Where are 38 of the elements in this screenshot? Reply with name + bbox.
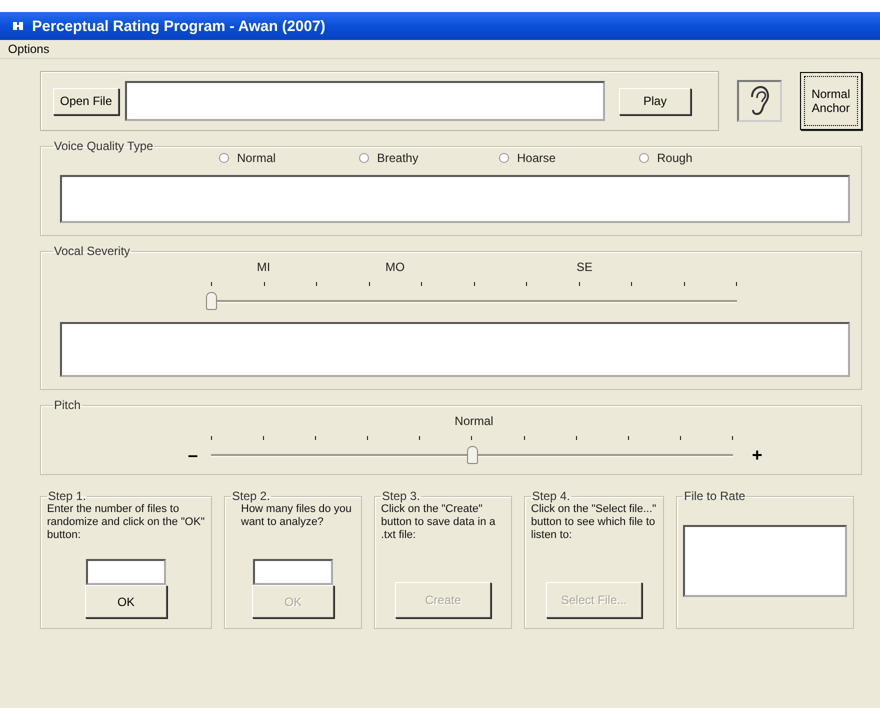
- group-title: Vocal Severity: [53, 244, 132, 258]
- plus-sign: +: [750, 444, 764, 466]
- group-title: File to Rate: [683, 489, 746, 503]
- app-icon: [12, 20, 24, 32]
- radio-option[interactable]: Rough: [639, 151, 779, 165]
- play-button[interactable]: Play: [619, 88, 692, 114]
- radio-option[interactable]: Normal: [219, 151, 359, 165]
- instruction-text: Click on the "Select file..." button to see which file to listen to:: [531, 503, 657, 543]
- text-area[interactable]: [60, 175, 850, 223]
- scale-label: SE: [576, 260, 592, 274]
- group-title: Voice Quality Type: [53, 139, 154, 153]
- text-area[interactable]: [683, 525, 847, 597]
- normal-anchor-button[interactable]: Normal Anchor: [800, 72, 862, 130]
- ear-icon: [748, 85, 770, 117]
- minus-sign: –: [186, 444, 199, 466]
- group-title: Step 1.: [47, 489, 88, 503]
- slider-thumb[interactable]: [206, 292, 217, 310]
- radio-option[interactable]: Hoarse: [499, 151, 639, 165]
- group-title: Step 2.: [231, 489, 272, 503]
- radio-option[interactable]: Breathy: [359, 151, 499, 165]
- slider-thumb[interactable]: [467, 446, 478, 464]
- instruction-text: Enter the number of files to randomize and click on the "OK" button:: [47, 503, 205, 543]
- number-field[interactable]: [86, 559, 166, 586]
- text-area[interactable]: [60, 322, 850, 377]
- instruction-text: Click on the "Create" button to save data in a .txt file:: [381, 503, 496, 543]
- scale-label: Normal: [454, 414, 494, 428]
- open-file-button[interactable]: Open File: [53, 88, 120, 114]
- menu-item[interactable]: Options: [8, 42, 50, 56]
- window-title: Perceptual Rating Program - Awan (2007): [32, 18, 326, 34]
- scale-label: MO: [385, 260, 405, 274]
- instruction-text: How many files do you want to analyze?: [240, 503, 353, 530]
- step-button[interactable]: OK: [85, 585, 167, 618]
- group-title: Step 3.: [381, 489, 422, 503]
- group-title: Step 4.: [531, 489, 572, 503]
- ear-button[interactable]: [736, 80, 782, 122]
- file-path-field[interactable]: [125, 81, 606, 121]
- scale-label: MI: [256, 260, 270, 274]
- group-title: Pitch: [53, 398, 82, 412]
